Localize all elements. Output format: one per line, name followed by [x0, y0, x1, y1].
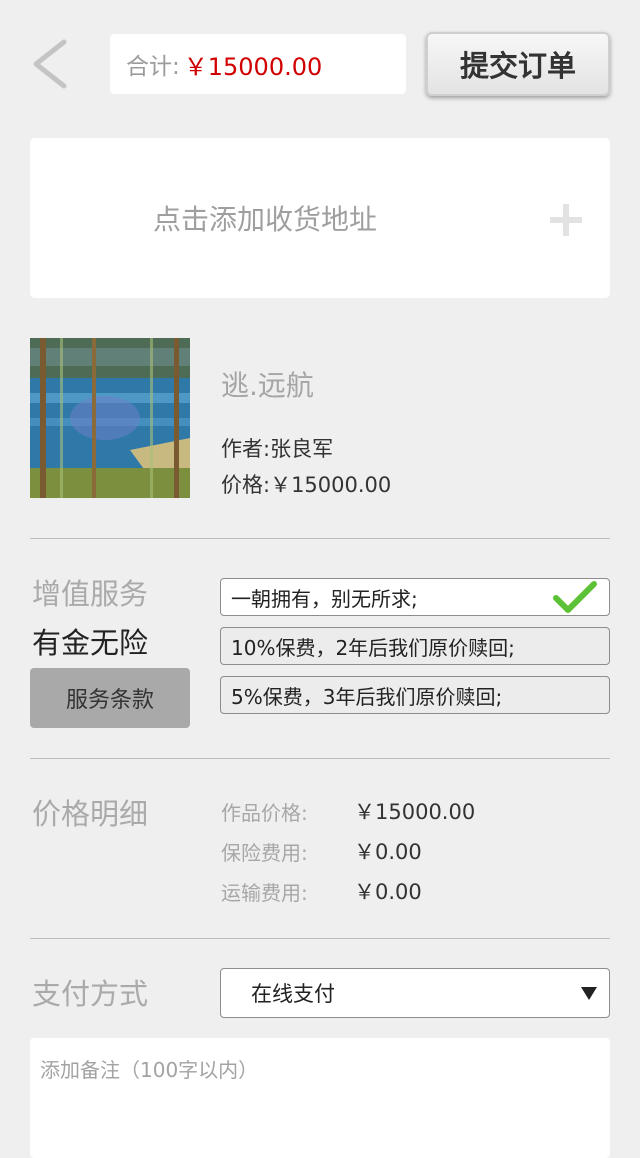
order-notes-input[interactable] [30, 1038, 610, 1158]
artwork-painting-image [30, 338, 190, 498]
divider [30, 938, 610, 939]
service-option-3[interactable]: 5%保费，3年后我们原价赎回; [220, 676, 610, 714]
artwork-title: 逃.远航 [221, 369, 314, 402]
service-option-label: 一朝拥有，别无所求; [231, 586, 418, 611]
service-option-label: 10%保费，2年后我们原价赎回; [231, 635, 515, 660]
shipping-fee-label: 运输费用: [221, 881, 308, 905]
back-button[interactable] [28, 36, 76, 96]
artwork-thumbnail[interactable] [30, 338, 190, 498]
add-address-label: 点击添加收货地址 [152, 203, 377, 236]
submit-order-button[interactable]: 提交订单 [426, 32, 610, 96]
chevron-left-icon [33, 39, 67, 89]
dropdown-arrow-icon [581, 987, 597, 1000]
total-label: 合计: [126, 54, 180, 80]
divider [30, 758, 610, 759]
plus-icon [550, 204, 582, 236]
shipping-fee-value: ￥0.00 [354, 880, 422, 904]
order-total: 合计: ￥15000.00 [110, 34, 406, 94]
service-option-2[interactable]: 10%保费，2年后我们原价赎回; [220, 627, 610, 665]
artwork-price: 价格:￥15000.00 [221, 473, 392, 497]
service-option-label: 5%保费，3年后我们原价赎回; [231, 684, 503, 709]
artwork-price-value: ￥15000.00 [354, 800, 476, 824]
total-value: ￥15000.00 [183, 52, 323, 81]
insurance-fee-value: ￥0.00 [354, 840, 422, 864]
service-plan-name: 有金无险 [32, 626, 149, 660]
artwork-author: 作者:张良军 [221, 437, 334, 461]
divider [30, 538, 610, 539]
payment-method-value: 在线支付 [251, 982, 335, 1006]
payment-method-select[interactable]: 在线支付 [220, 968, 610, 1018]
service-section-title: 增值服务 [32, 577, 149, 611]
checkmark-icon [553, 581, 597, 613]
service-terms-button[interactable]: 服务条款 [30, 668, 190, 728]
artwork-price-label: 作品价格: [221, 801, 308, 825]
payment-section-title: 支付方式 [32, 977, 149, 1011]
insurance-fee-label: 保险费用: [221, 841, 308, 865]
price-detail-section-title: 价格明细 [32, 797, 149, 831]
